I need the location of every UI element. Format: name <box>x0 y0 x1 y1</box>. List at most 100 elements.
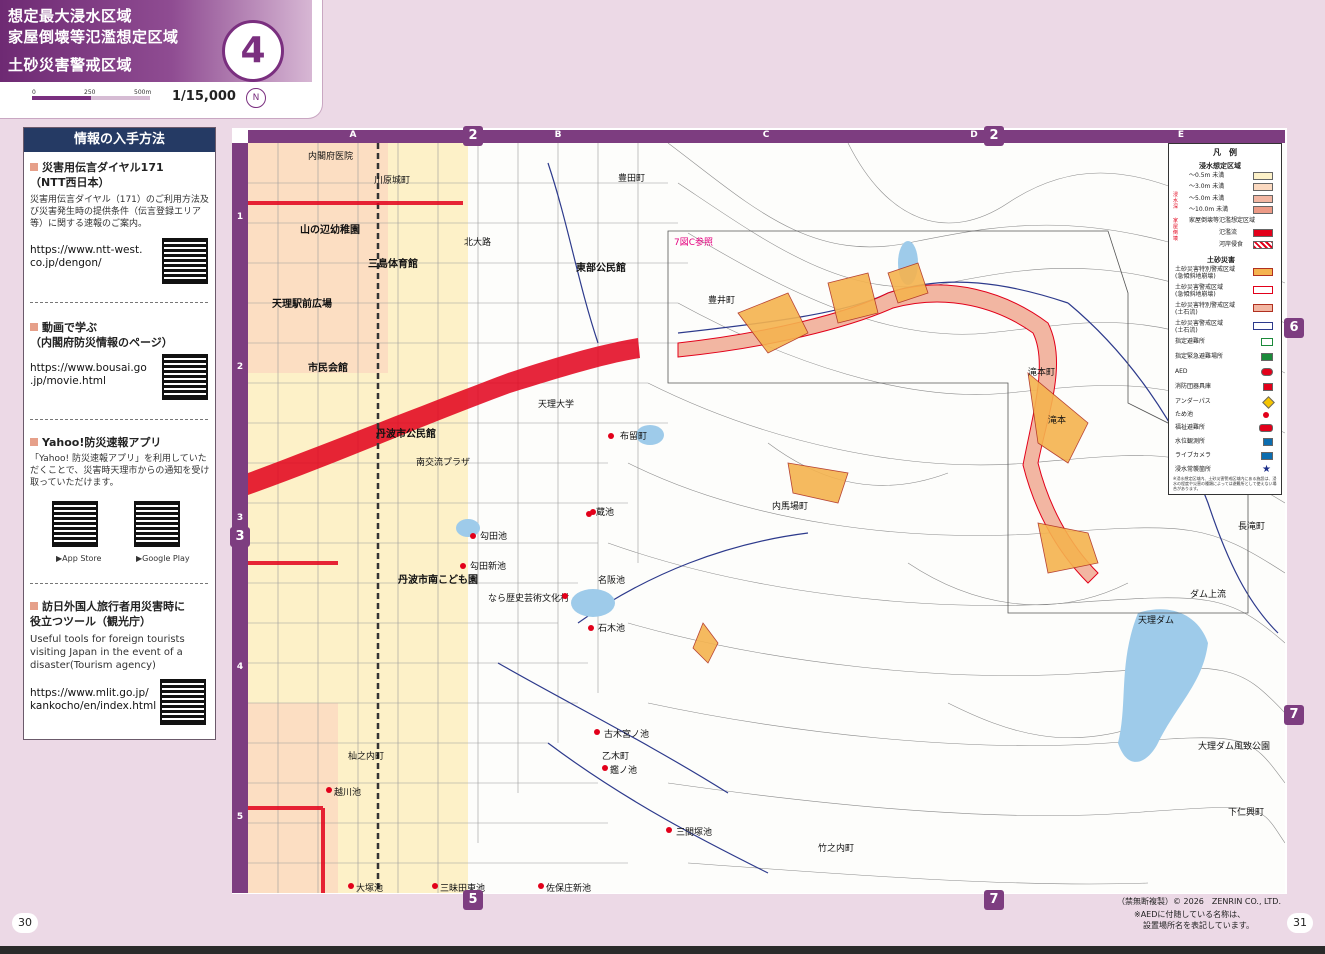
label-place: 竹之内町 <box>818 844 855 854</box>
tameike-marker-icon <box>470 533 476 539</box>
label-place: 佐保庄新池 <box>546 884 592 893</box>
adjacent-sheet-3-left[interactable]: 3 <box>230 527 250 547</box>
tameike-marker-icon <box>538 883 544 889</box>
sheet-number-badge: 4 <box>222 20 284 82</box>
adjacent-sheet-7-bottom[interactable]: 7 <box>984 890 1004 910</box>
tourism-url-link[interactable]: https://www.mlit.go.jp/ kankocho/en/inde… <box>30 687 156 713</box>
legend-overflow: 氾濫流 <box>1219 227 1275 239</box>
divider <box>30 419 208 420</box>
swatch <box>1253 183 1273 191</box>
label-place: 古木宮ノ池 <box>604 730 650 740</box>
label-cross-reference[interactable]: 7図C参照 <box>674 235 713 248</box>
page-number-left: 30 <box>12 913 38 933</box>
swatch <box>1253 322 1273 330</box>
label-place: 下仁興町 <box>1228 808 1265 818</box>
grid-row-5: 5 <box>236 812 244 822</box>
legend-welfare-shelter: 福祉避難所 <box>1175 422 1275 434</box>
tourism-qr-code[interactable] <box>160 679 206 725</box>
legend-sediment-title: 土砂災害 <box>1207 256 1235 264</box>
label-place: 滝本町 <box>1028 368 1056 378</box>
label-place: 東部公民館 <box>576 263 626 274</box>
legend-bank-erosion: 河岸侵食 <box>1219 239 1275 251</box>
section-movie: 動画で学ぶ （内閣府防災情報のページ） https://www.bousai.g… <box>30 320 210 400</box>
label-place: 市民会館 <box>308 363 348 374</box>
legend-tameike: ため池 <box>1175 409 1275 421</box>
copyright-notice: （禁無断複製）© 2026 ZENRIN CO., LTD. <box>1117 897 1281 906</box>
tameike-marker-icon <box>586 511 592 517</box>
label-place: 乙木町 <box>602 752 630 762</box>
label-place: 川原城町 <box>374 176 411 186</box>
label-place: 大理ダム風致公園 <box>1198 742 1271 752</box>
divider <box>30 302 208 303</box>
google-play-label[interactable]: ▶Google Play <box>136 553 190 565</box>
section-yahoo-body: 「Yahoo! 防災速報アプリ」を利用していただくことで、災害時天理市からの通知… <box>30 454 210 488</box>
tameike-marker-icon <box>666 827 672 833</box>
adjacent-sheet-5-bottom[interactable]: 5 <box>463 890 483 910</box>
legend-title: 凡 例 <box>1213 148 1237 157</box>
tameike-marker-icon <box>326 787 332 793</box>
swatch <box>1253 241 1273 249</box>
legend-aed: AED <box>1175 366 1275 378</box>
grid-column-d: D <box>970 130 978 140</box>
grid-row-2: 2 <box>236 362 244 372</box>
legend-collapse-side-label: 家屋倒壊 <box>1173 218 1179 242</box>
underpass-warning-icon <box>1262 396 1275 409</box>
scale-tick-0: 0 <box>32 89 36 96</box>
label-place: ダム上流 <box>1190 590 1227 600</box>
grid-column-e: E <box>1177 130 1185 140</box>
legend-house-collapse: 家屋倒壊等氾濫想定区域 <box>1189 217 1256 224</box>
label-place: 丹波市公民館 <box>376 429 436 440</box>
label-place: 三島体育館 <box>368 259 418 270</box>
label-place: 越川池 <box>334 788 362 798</box>
tameike-marker-icon <box>348 883 354 889</box>
legend-footnote: ※浸水想定区域内、土砂災害警戒区域内にある施設は、浸水の程度や災害の種類によって… <box>1173 476 1277 491</box>
movie-qr-code[interactable] <box>162 354 208 400</box>
star-icon: ★ <box>1262 464 1271 475</box>
legend-water-gauge: 水位観測所 <box>1175 436 1275 448</box>
page-number-right: 31 <box>1287 913 1313 933</box>
app-store-label[interactable]: ▶App Store <box>56 553 101 565</box>
adjacent-sheet-7-right[interactable]: 7 <box>1284 705 1304 725</box>
adjacent-sheet-2-top[interactable]: 2 <box>463 126 483 146</box>
legend-flood-mid: ～3.0m 未満 <box>1189 181 1275 193</box>
swatch <box>1253 286 1273 294</box>
label-place: 石木池 <box>598 624 626 634</box>
grid-column-a: A <box>349 130 357 140</box>
dam-lake <box>1118 609 1208 762</box>
title-line-2: 家屋倒壊等氾濫想定区域 <box>8 28 179 46</box>
legend-emergency-site: 指定緊急避難場所 <box>1175 351 1275 363</box>
section-movie-title: 動画で学ぶ （内閣府防災情報のページ） <box>30 321 173 349</box>
legend-underpass: アンダーパス <box>1175 396 1275 409</box>
label-place: 鑑ノ池 <box>610 766 638 776</box>
shelter-icon <box>1261 338 1273 346</box>
aed-note-line-2: 設置場所名を表記しています。 <box>1143 921 1254 930</box>
dengon-url-link[interactable]: https://www.ntt-west. co.jp/dengon/ <box>30 244 142 270</box>
title-line-3: 土砂災害警戒区域 <box>8 56 133 74</box>
label-place: 南交流プラザ <box>416 458 471 468</box>
swatch <box>1253 172 1273 180</box>
hazard-map[interactable]: 内閣府医院 山の辺幼稚園 三島体育館 東部公民館 天理駅前広場 市民会館 丹波市… <box>248 143 1285 893</box>
emergency-site-icon <box>1261 353 1273 361</box>
bottom-bar <box>0 946 1325 954</box>
scale-ratio: 1/15,000 <box>172 89 236 104</box>
label-place: 天理大学 <box>538 400 575 410</box>
app-store-qr-code[interactable] <box>52 501 98 547</box>
google-play-qr-code[interactable] <box>134 501 180 547</box>
north-compass-icon: N <box>246 88 266 108</box>
label-place: なら歴史芸術文化村 <box>488 594 570 604</box>
label-place: 滝本 <box>1048 416 1067 426</box>
legend-sediment-debris: 土砂災害警戒区域 (土石流) <box>1175 320 1275 336</box>
title-line-1: 想定最大浸水区域 <box>8 7 133 25</box>
dengon-qr-code[interactable] <box>162 238 208 284</box>
swatch <box>1253 304 1273 312</box>
adjacent-sheet-6-right[interactable]: 6 <box>1284 318 1304 338</box>
section-tourism-body: Useful tools for foreign tourists visiti… <box>30 634 185 671</box>
section-dengon-body: 災害用伝言ダイヤル（171）のご利用方法及び災害発生時の提供条件（伝言登録エリア… <box>30 195 209 229</box>
adjacent-sheet-2-top-right[interactable]: 2 <box>984 126 1004 146</box>
section-tourism: 訪日外国人旅行者用災害時に 役立つツール（観光庁） Useful tools f… <box>30 599 210 725</box>
legend-flood-side-label: 浸水深 <box>1173 192 1179 210</box>
movie-url-link[interactable]: https://www.bousai.go .jp/movie.html <box>30 362 147 388</box>
camera-icon <box>1261 452 1273 460</box>
label-place: 豊井町 <box>708 296 736 306</box>
grid-row-3: 3 <box>236 513 244 523</box>
